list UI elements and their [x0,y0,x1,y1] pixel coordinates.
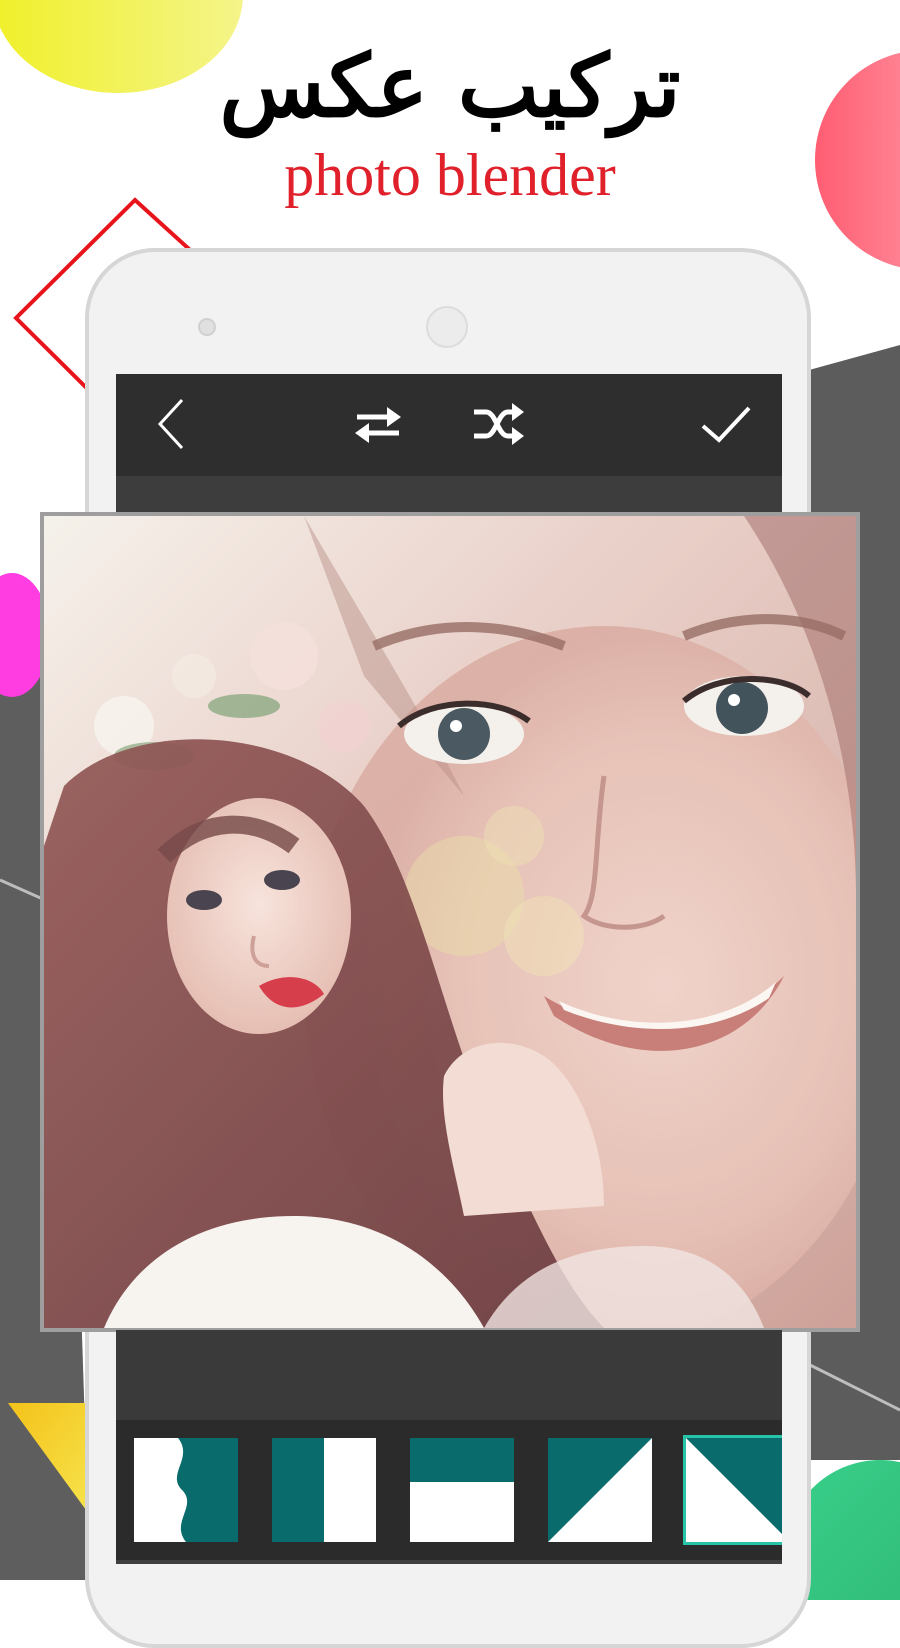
mask-strip[interactable] [116,1420,782,1560]
horizontal-split-icon [410,1438,514,1542]
title-arabic: تركيب عکس [219,36,681,137]
check-icon [701,406,751,443]
title-english: photo blender [284,142,616,208]
swap-arrows-icon [355,407,401,443]
chevron-left-icon [157,398,184,450]
diagonal-reverse-split-icon [686,1438,782,1542]
shuffle-button[interactable] [466,392,530,456]
back-button[interactable] [140,392,204,456]
phone-sensor [198,318,216,336]
mask-diagonal-reverse[interactable] [683,1435,782,1545]
app-toolbar [116,374,782,476]
blended-photo-preview[interactable] [40,512,860,1332]
mask-split-horizontal[interactable] [410,1438,514,1542]
editor-canvas-area [116,476,782,512]
confirm-button[interactable] [694,392,758,456]
mask-wave-vertical[interactable] [134,1438,238,1542]
diagonal-split-icon [548,1438,652,1542]
mask-split-vertical[interactable] [272,1438,376,1542]
mask-diagonal[interactable] [548,1438,652,1542]
controls-spacer [116,1330,782,1420]
swap-button[interactable] [346,392,410,456]
shuffle-icon [474,403,524,445]
blended-photo-illustration [44,516,856,1328]
vertical-split-icon [272,1438,376,1542]
wave-split-icon [134,1438,238,1542]
phone-speaker [426,306,468,348]
